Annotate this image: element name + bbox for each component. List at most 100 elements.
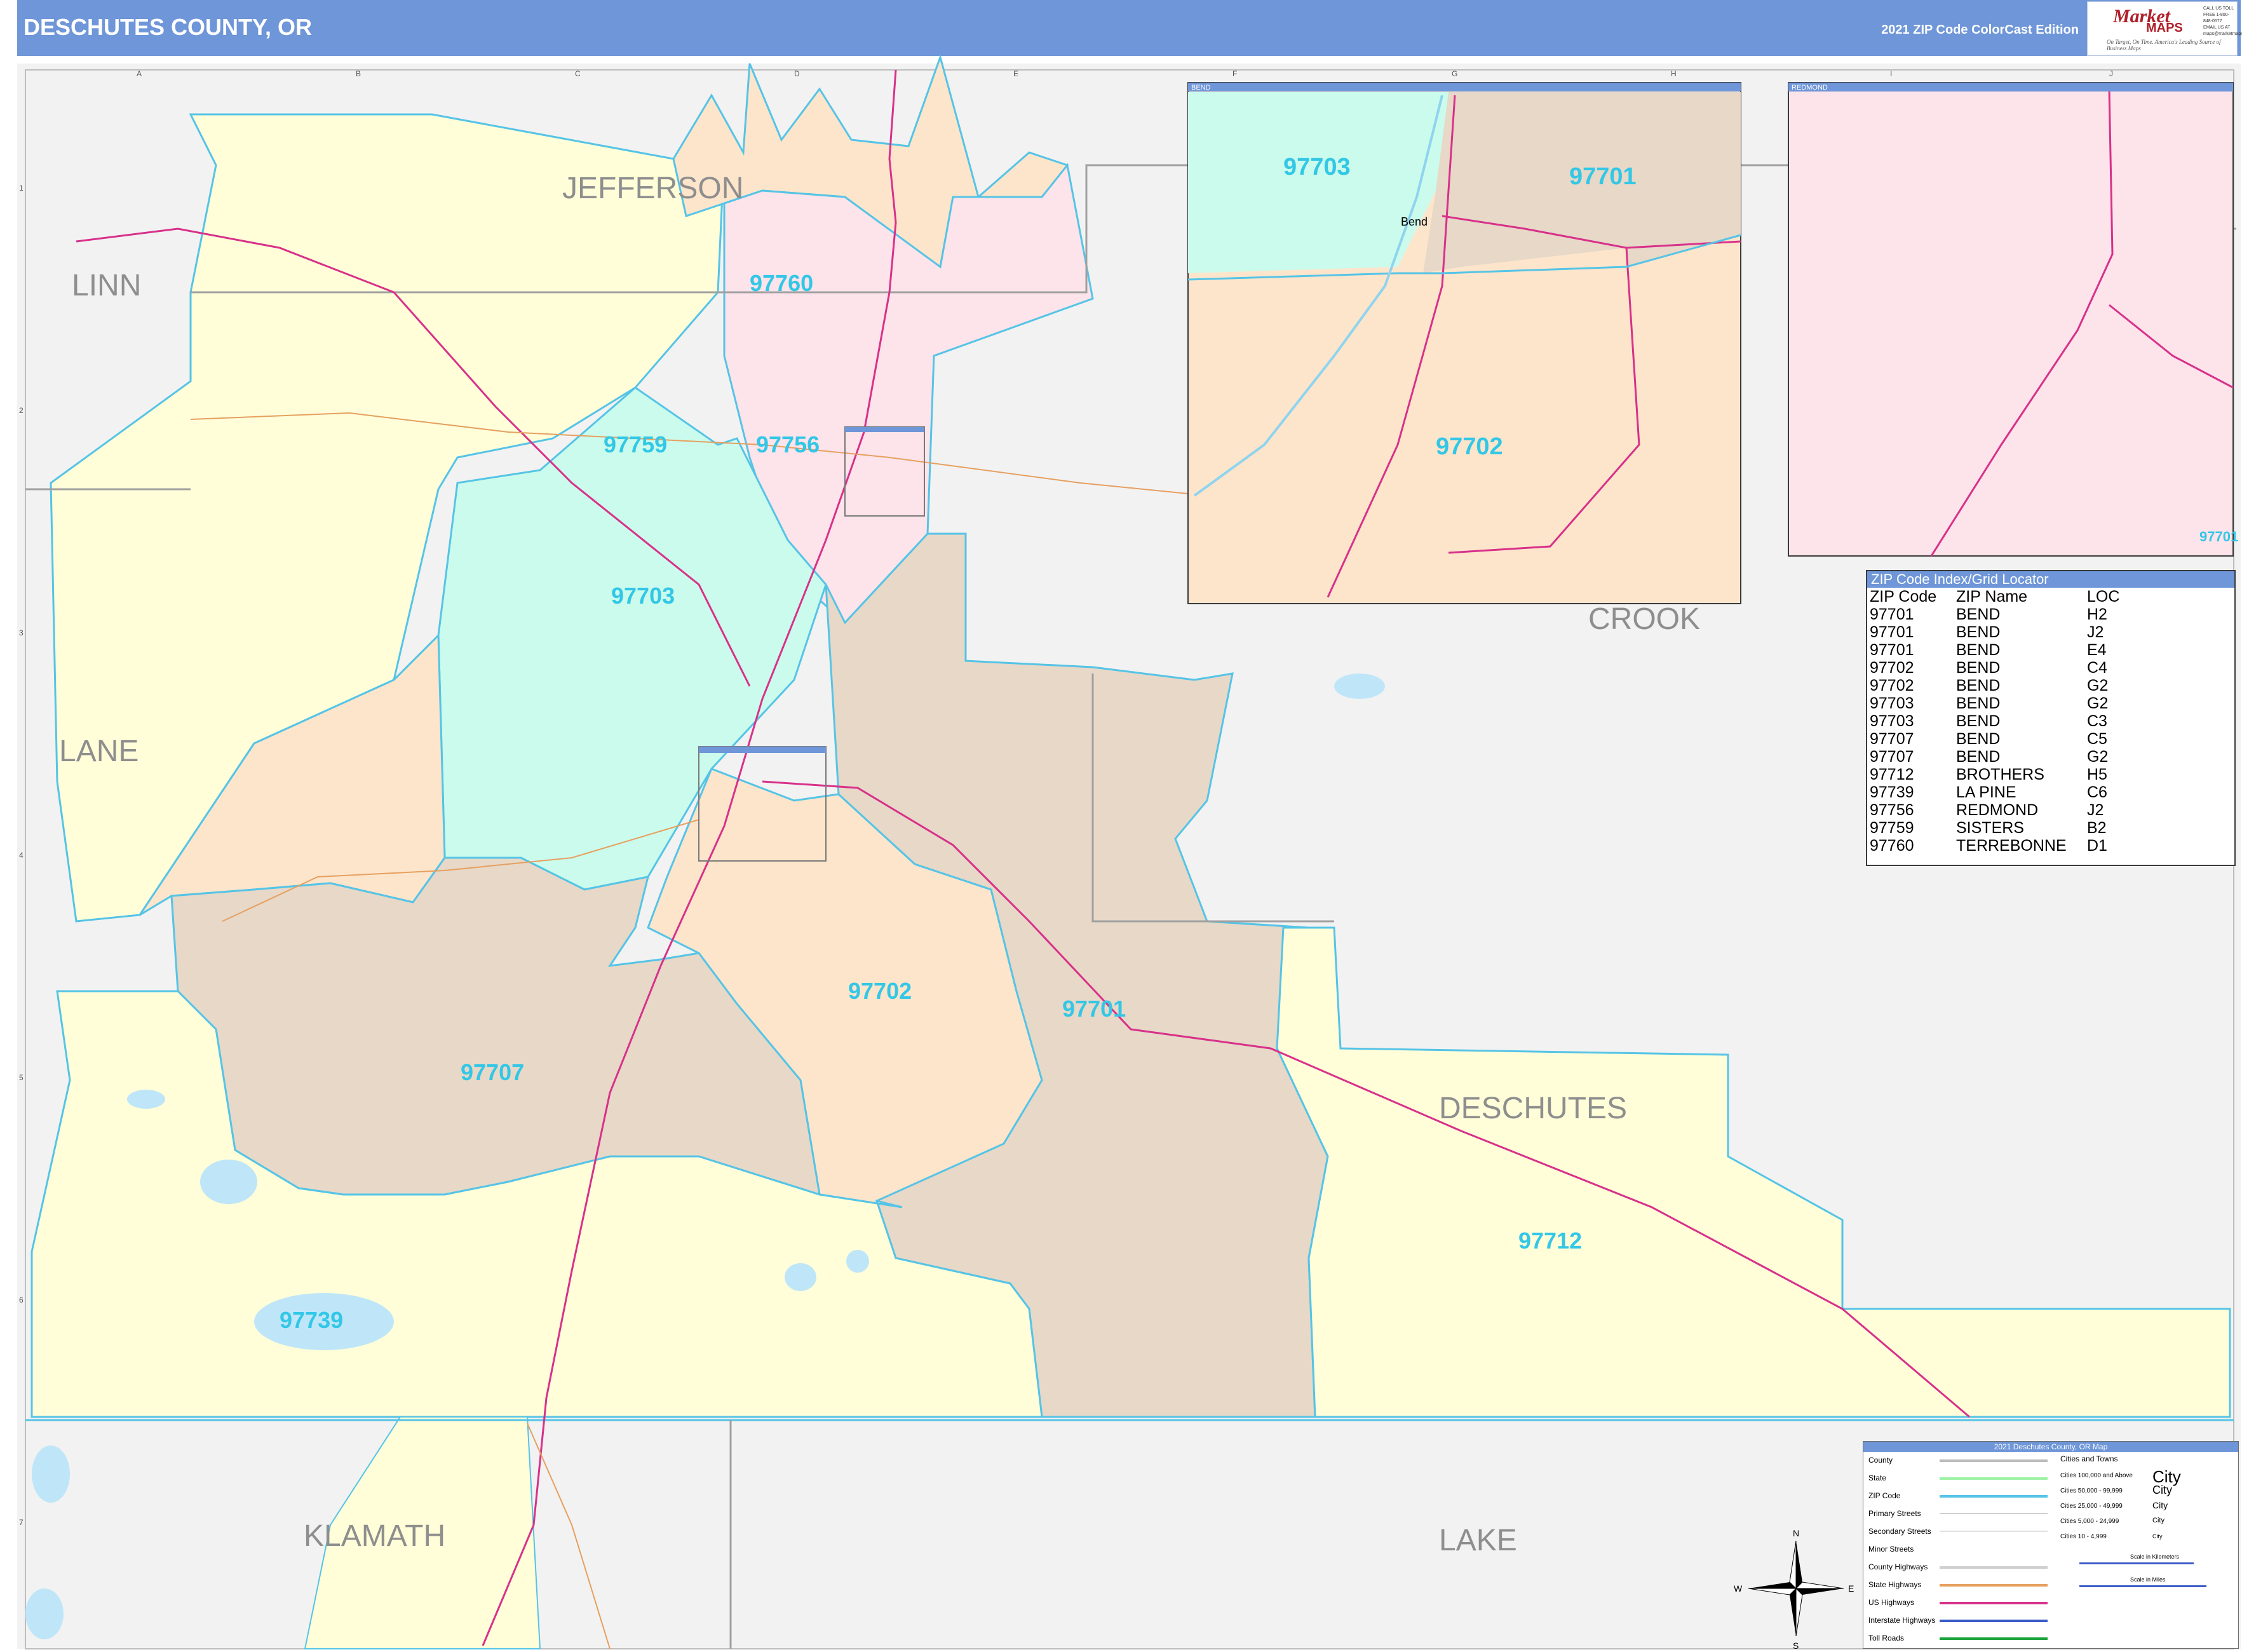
- legend-line-interstate: [1940, 1620, 2048, 1622]
- redmond-inset[interactable]: REDMOND: [1788, 82, 2234, 557]
- legend-item-secondary: Secondary Streets: [1868, 1527, 1931, 1536]
- cell-name: REDMOND: [1956, 801, 2039, 819]
- grid-col-f: F: [1232, 69, 1237, 78]
- grid-col-d: D: [794, 69, 800, 78]
- cell-name: SISTERS: [1956, 819, 2024, 837]
- cell-name: BEND: [1956, 641, 2001, 659]
- city-sample-5: City: [2152, 1533, 2163, 1540]
- col-zip-name: ZIP Name: [1956, 588, 2028, 606]
- inset-city-bend: Bend: [1401, 215, 1428, 228]
- cell-loc: G2: [2087, 694, 2109, 712]
- legend-item-primary: Primary Streets: [1868, 1509, 1921, 1518]
- grid-col-b: B: [356, 69, 361, 78]
- zip-index-panel: ZIP Code Index/Grid Locator ZIP Code ZIP…: [1866, 570, 2236, 866]
- table-row: 97707 BEND C5: [1870, 730, 2151, 748]
- legend-item-minor: Minor Streets: [1868, 1545, 1914, 1554]
- lake-3: [127, 1090, 165, 1109]
- legend-line-zip: [1940, 1495, 2048, 1498]
- crane-prairie-reservoir: [200, 1160, 257, 1204]
- cell-loc: G2: [2087, 748, 2109, 766]
- table-row: 97703 BEND C3: [1870, 712, 2151, 730]
- col-zip-code: ZIP Code: [1870, 588, 1937, 606]
- legend-line-county-hwy: [1940, 1566, 2048, 1569]
- table-row: 97756 REDMOND J2: [1870, 801, 2151, 819]
- cell-name: LA PINE: [1956, 783, 2016, 801]
- cell-name: BEND: [1956, 712, 2001, 730]
- compass-n: N: [1793, 1528, 1799, 1538]
- zip-label-97702: 97702: [848, 978, 912, 1004]
- lake-4: [32, 1446, 70, 1503]
- cell-zip: 97759: [1870, 819, 1914, 837]
- cell-name: BEND: [1956, 677, 2001, 694]
- county-label-deschutes: DESCHUTES: [1439, 1092, 1627, 1125]
- cell-loc: J2: [2087, 623, 2104, 641]
- cell-zip: 97701: [1870, 623, 1914, 641]
- legend-item-state-hwy: State Highways: [1868, 1580, 1922, 1589]
- table-row: 97739 LA PINE C6: [1870, 783, 2151, 801]
- inset-zip-97702: 97702: [1436, 433, 1503, 460]
- county-label-jefferson: JEFFERSON: [562, 172, 743, 205]
- grid-row-7: 7: [19, 1518, 24, 1527]
- legend-line-secondary: [1940, 1531, 2048, 1532]
- zip-index-title: ZIP Code Index/Grid Locator: [1867, 571, 2234, 588]
- cell-name: BEND: [1956, 659, 2001, 677]
- table-row: 97760 TERREBONNE D1: [1870, 837, 2151, 855]
- table-row: 97702 BEND G2: [1870, 677, 2151, 694]
- cell-name: BEND: [1956, 748, 2001, 766]
- grid-col-j: J: [2109, 69, 2113, 78]
- legend-item-county: County: [1868, 1456, 1893, 1465]
- scale-mi-label: Scale in Miles: [2130, 1576, 2166, 1583]
- cell-zip: 97701: [1870, 641, 1914, 659]
- prineville-reservoir: [1334, 674, 1385, 699]
- lake-2: [846, 1250, 869, 1273]
- zip-index-header-row: ZIP Code ZIP Name LOC: [1870, 588, 2151, 606]
- zip-label-97760: 97760: [750, 270, 813, 296]
- cell-loc: G2: [2087, 677, 2109, 694]
- zip-label-97712: 97712: [1518, 1228, 1582, 1254]
- cell-loc: E4: [2087, 641, 2107, 659]
- cell-zip: 97712: [1870, 766, 1914, 783]
- lake-1: [785, 1263, 816, 1291]
- legend-line-state: [1940, 1477, 2048, 1480]
- cell-name: TERREBONNE: [1956, 837, 2067, 855]
- legend-item-county-hwy: County Highways: [1868, 1562, 1928, 1571]
- city-class-1: Cities 100,000 and Above: [2060, 1472, 2133, 1479]
- city-class-3: Cities 25,000 - 49,999: [2060, 1503, 2123, 1510]
- col-loc: LOC: [2087, 588, 2120, 606]
- grid-col-a: A: [137, 69, 142, 78]
- cell-loc: C4: [2087, 659, 2107, 677]
- city-class-5: Cities 10 - 4,999: [2060, 1533, 2107, 1540]
- zip-label-97701: 97701: [1062, 996, 1126, 1022]
- cell-zip: 97701: [1870, 606, 1914, 623]
- zip-index-table: ZIP Code ZIP Name LOC 97701 BEND H2 97701 B…: [1870, 588, 2151, 855]
- zip-label-97739: 97739: [280, 1307, 343, 1333]
- bend-inset[interactable]: BEND: [1187, 82, 1741, 604]
- table-row: 97703 BEND G2: [1870, 694, 2151, 712]
- scale-km-label: Scale in Kilometers: [2130, 1554, 2180, 1560]
- compass-s: S: [1793, 1641, 1799, 1651]
- inset-zip-97701-redmond: 97701: [2199, 529, 2238, 545]
- grid-row-3: 3: [19, 628, 24, 637]
- city-class-2: Cities 50,000 - 99,999: [2060, 1487, 2123, 1494]
- grid-col-e: E: [1013, 69, 1018, 78]
- city-sample-3: City: [2152, 1500, 2168, 1510]
- map-legend: 2021 Deschutes County, OR Map County Sta…: [1863, 1441, 2239, 1649]
- cell-zip: 97702: [1870, 677, 1914, 694]
- city-sample-4: City: [2152, 1517, 2164, 1524]
- cell-zip: 97707: [1870, 748, 1914, 766]
- cell-zip: 97739: [1870, 783, 1914, 801]
- county-label-klamath: KLAMATH: [304, 1519, 445, 1553]
- zip-label-97707: 97707: [461, 1059, 524, 1085]
- county-label-lane: LANE: [59, 735, 138, 768]
- cell-loc: C6: [2087, 783, 2107, 801]
- county-label-crook: CROOK: [1588, 602, 1700, 636]
- table-row: 97759 SISTERS B2: [1870, 819, 2151, 837]
- cities-title: Cities and Towns: [2060, 1454, 2118, 1463]
- legend-item-state: State: [1868, 1473, 1887, 1482]
- table-row: 97702 BEND C4: [1870, 659, 2151, 677]
- county-label-lake: LAKE: [1439, 1524, 1517, 1557]
- cell-loc: H5: [2087, 766, 2107, 783]
- inset-zip-97703: 97703: [1283, 154, 1351, 180]
- legend-item-zip: ZIP Code: [1868, 1491, 1901, 1500]
- grid-row-1: 1: [19, 184, 24, 193]
